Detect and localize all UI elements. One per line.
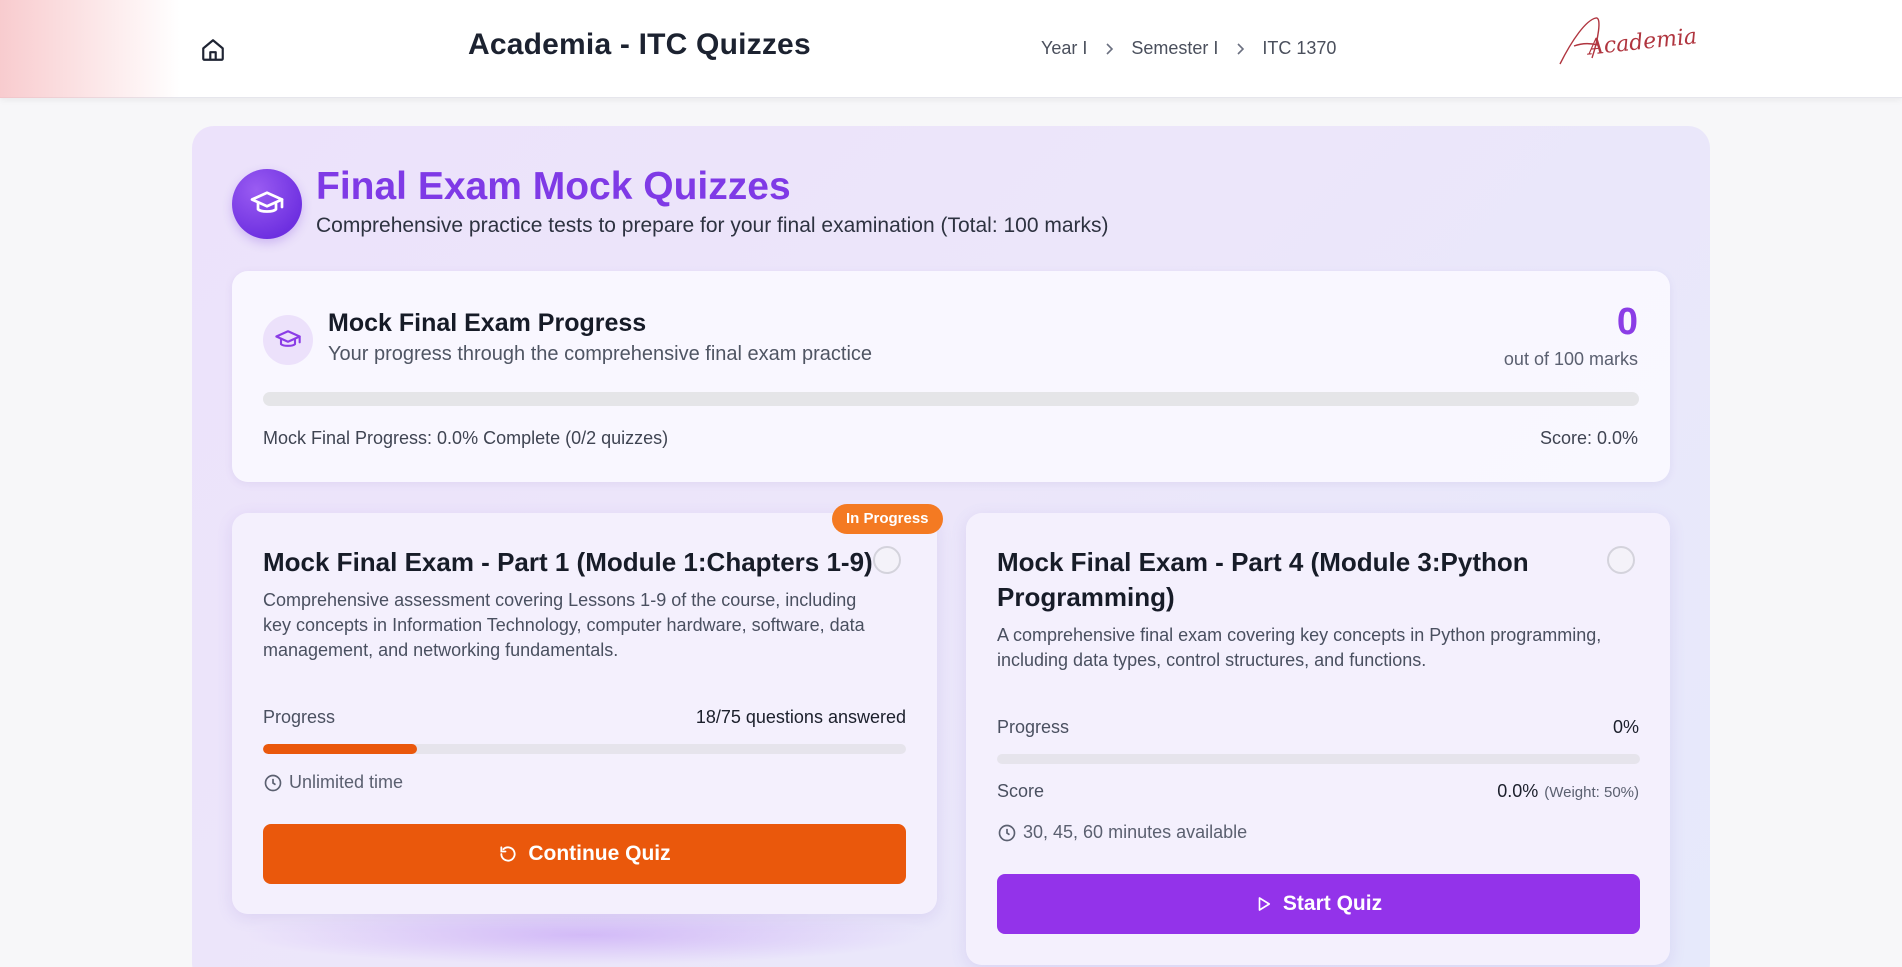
- quiz-select-radio[interactable]: [1607, 546, 1635, 574]
- play-icon: [1258, 897, 1270, 911]
- quiz-title: Mock Final Exam - Part 4 (Module 3:Pytho…: [997, 547, 1529, 612]
- score-label: Score: [997, 781, 1045, 801]
- page-subtitle: Comprehensive practice tests to prepare …: [316, 214, 1109, 237]
- score-value-wrap: 0.0% (Weight: 50%): [1497, 781, 1639, 802]
- progress-label: Progress: [997, 717, 1070, 737]
- quiz-time: 30, 45, 60 minutes available: [997, 822, 1247, 843]
- graduation-cap-icon: [275, 330, 301, 347]
- academia-logo[interactable]: Academia: [1552, 10, 1712, 70]
- summary-score: 0: [1616, 301, 1638, 343]
- logo-text: Academia: [1585, 24, 1698, 61]
- quiz-description: A comprehensive final exam covering key …: [997, 625, 1602, 670]
- clock-icon: [998, 824, 1016, 841]
- top-bar: Academia - ITC Quizzes Year I Semester I…: [0, 0, 1902, 98]
- breadcrumb: Year I Semester I ITC 1370: [1041, 38, 1336, 59]
- hero-badge: [232, 169, 302, 239]
- continue-quiz-button[interactable]: Continue Quiz: [263, 824, 906, 884]
- summary-progress-bar: [263, 392, 1639, 406]
- card-glow: [240, 905, 930, 965]
- continue-quiz-label: Continue Quiz: [528, 842, 671, 865]
- summary-score-text: Score: 0.0%: [1539, 428, 1638, 448]
- score-weight: (Weight: 50%): [1544, 784, 1639, 801]
- home-button[interactable]: [198, 36, 228, 64]
- refresh-icon: [500, 846, 516, 862]
- summary-score-label: out of 100 marks: [1503, 349, 1638, 369]
- app-title: Academia - ITC Quizzes: [468, 28, 811, 61]
- header-accent: [0, 0, 180, 98]
- summary-icon-wrap: [263, 315, 313, 365]
- chevron-right-icon: [1103, 42, 1115, 56]
- progress-value: 18/75 questions answered: [695, 707, 906, 727]
- breadcrumb-semester[interactable]: Semester I: [1131, 38, 1218, 59]
- quiz-time-text: Unlimited time: [289, 772, 404, 792]
- breadcrumb-year[interactable]: Year I: [1041, 38, 1087, 59]
- start-quiz-button[interactable]: Start Quiz: [997, 874, 1640, 934]
- quiz-progress-fill: [263, 744, 418, 754]
- quiz-title: Mock Final Exam - Part 1 (Module 1:Chapt…: [263, 547, 873, 577]
- page-title: Final Exam Mock Quizzes: [316, 165, 791, 208]
- breadcrumb-course[interactable]: ITC 1370: [1262, 38, 1336, 59]
- quiz-time-text: 30, 45, 60 minutes available: [1023, 822, 1248, 842]
- graduation-cap-icon: [250, 191, 284, 213]
- quiz-card-part-4[interactable]: Mock Final Exam - Part 4 (Module 3:Pytho…: [966, 513, 1670, 965]
- progress-value: 0%: [1612, 717, 1639, 737]
- progress-summary-card: Mock Final Exam Progress Your progress t…: [232, 271, 1670, 482]
- quiz-select-radio[interactable]: [873, 546, 901, 574]
- summary-description: Your progress through the comprehensive …: [328, 343, 873, 365]
- summary-progress-text: Mock Final Progress: 0.0% Complete (0/2 …: [263, 428, 669, 448]
- clock-icon: [264, 774, 282, 791]
- quiz-card-part-1[interactable]: Mock Final Exam - Part 1 (Module 1:Chapt…: [232, 513, 937, 914]
- status-badge: In Progress: [832, 504, 943, 534]
- quiz-time: Unlimited time: [263, 772, 403, 793]
- home-icon: [202, 39, 224, 61]
- chevron-right-icon: [1234, 42, 1246, 56]
- quiz-progress-bar: [263, 744, 906, 754]
- score-value: 0.0%: [1497, 781, 1539, 801]
- summary-title: Mock Final Exam Progress: [328, 309, 647, 337]
- quiz-progress-bar: [997, 754, 1640, 764]
- progress-label: Progress: [263, 707, 336, 727]
- quiz-description: Comprehensive assessment covering Lesson…: [263, 590, 865, 660]
- start-quiz-label: Start Quiz: [1282, 892, 1383, 915]
